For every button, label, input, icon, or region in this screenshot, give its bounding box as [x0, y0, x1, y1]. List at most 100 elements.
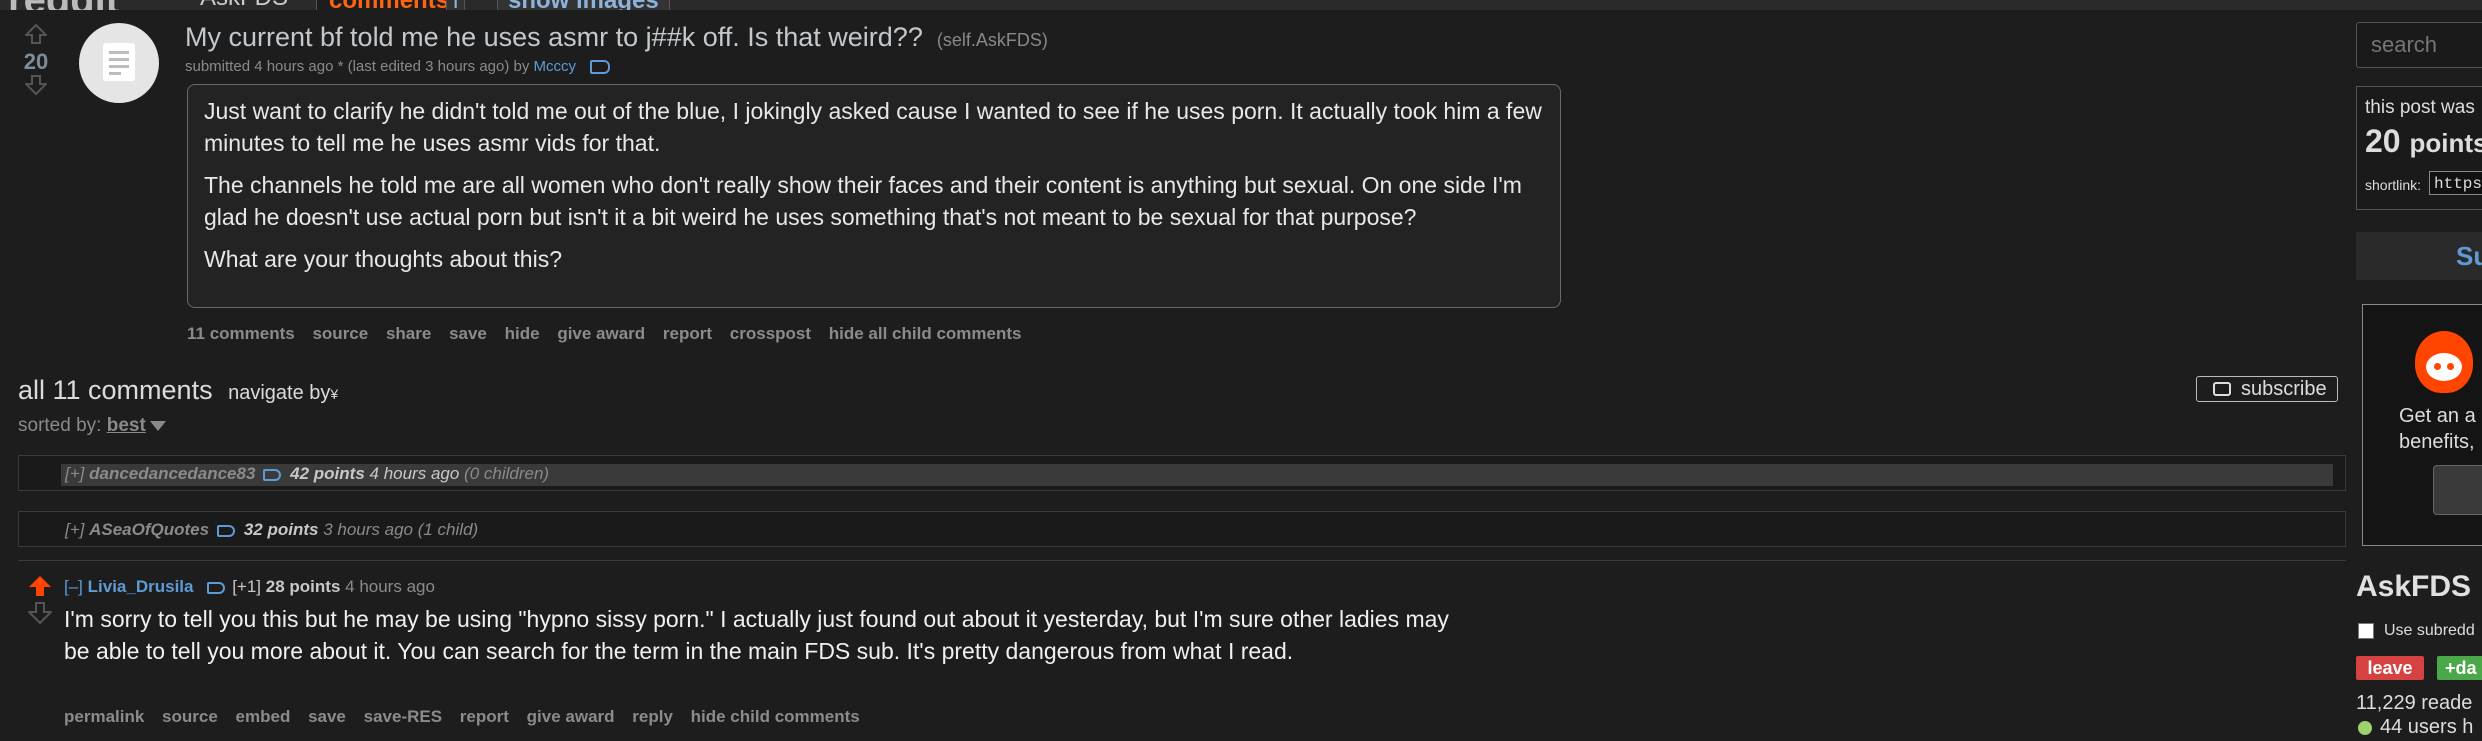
comment-tagline: [+] dancedancedance83 42 points 4 hours …	[65, 464, 549, 484]
checkbox[interactable]	[2358, 622, 2374, 639]
expand-toggle[interactable]: [+]	[65, 520, 84, 539]
report-button[interactable]: report	[460, 707, 509, 726]
submit-button[interactable]: Su	[2356, 232, 2482, 280]
comment-time: 4 hours ago	[369, 464, 460, 483]
expand-toggle[interactable]: [+]	[65, 464, 84, 483]
save-button[interactable]: save	[308, 707, 346, 726]
embed-button[interactable]: embed	[236, 707, 291, 726]
speaker-icon	[2213, 382, 2231, 396]
user-tag-icon[interactable]	[590, 60, 611, 75]
user-tag-icon[interactable]	[217, 524, 236, 537]
snoo-icon	[2415, 331, 2473, 393]
tab-comments[interactable]: comments	[316, 0, 463, 10]
collapsed-comment: [+] ASeaOfQuotes 32 points 3 hours ago (…	[18, 511, 2346, 547]
subscribe-button[interactable]: subscribe	[2196, 376, 2338, 402]
save-res-button[interactable]: save-RES	[364, 707, 442, 726]
give-award-button[interactable]: give award	[557, 324, 645, 343]
hide-child-comments-button[interactable]: hide child comments	[691, 707, 860, 726]
comments-count-title: all 11 comments	[18, 375, 213, 405]
post-author[interactable]: Mcccy	[534, 58, 577, 75]
comment-points: 32 points	[243, 520, 319, 539]
hide-all-child-comments-button[interactable]: hide all child comments	[829, 324, 1022, 343]
sorted-by-label: sorted by:	[18, 415, 102, 436]
subreddit-title[interactable]: AskFDS	[2356, 570, 2471, 604]
comment-time: 4 hours ago	[345, 577, 435, 596]
reddit-logo[interactable]: reddit	[8, 0, 119, 10]
post-domain[interactable]: (self.AskFDS)	[937, 30, 1048, 50]
post-score: 20	[23, 49, 49, 74]
online-dot-icon	[2358, 720, 2372, 735]
post-buttons: 11 comments source share save hide give …	[187, 324, 1034, 344]
leave-button[interactable]: leave	[2356, 656, 2424, 680]
premium-promo: Get an a benefits,	[2362, 304, 2482, 546]
comment-points: 42 points	[290, 464, 365, 483]
user-flair: [+1]	[232, 577, 262, 596]
collapsed-comment: [+] dancedancedance83 42 points 4 hours …	[18, 455, 2346, 491]
readers-count: 11,229 reade	[2356, 692, 2473, 714]
comment-children: (0 children)	[464, 464, 550, 483]
upvote-arrow-icon[interactable]	[28, 575, 52, 597]
shortlink-label: shortlink:	[2365, 177, 2422, 193]
premium-line: Get an a	[2399, 405, 2476, 427]
comment-children: (1 child)	[417, 520, 479, 539]
post-points-number: 20	[2365, 123, 2401, 159]
navigate-by[interactable]: navigate by¥	[228, 382, 338, 404]
navigate-chevron-icon: ¥	[330, 386, 339, 402]
premium-button[interactable]	[2433, 465, 2482, 515]
hide-button[interactable]: hide	[505, 324, 540, 343]
give-award-button[interactable]: give award	[527, 707, 615, 726]
comment-buttons: permalink source embed save save-RES rep…	[64, 707, 873, 727]
site-header: reddit AskFDS comments i show images	[0, 0, 2482, 10]
use-style-label: Use subredd	[2384, 622, 2475, 639]
sort-dropdown[interactable]: best	[107, 415, 146, 436]
dashboard-button[interactable]: +da	[2437, 656, 2482, 680]
post-title[interactable]: My current bf told me he uses asmr to j#…	[185, 22, 923, 52]
post-selftext: Just want to clarify he didn't told me o…	[187, 84, 1561, 308]
tab-show-images[interactable]: show images	[497, 0, 670, 10]
comment-time: 3 hours ago	[323, 520, 413, 539]
user-tag-icon[interactable]	[207, 581, 226, 594]
navigate-by-label: navigate by	[228, 382, 331, 404]
source-button[interactable]: source	[162, 707, 218, 726]
self-post-thumbnail-icon[interactable]	[79, 23, 159, 103]
comment-points: 28 points	[265, 577, 341, 596]
crosspost-button[interactable]: crosspost	[730, 324, 811, 343]
subreddit-name[interactable]: AskFDS	[200, 0, 288, 10]
dropdown-caret-icon[interactable]	[149, 420, 166, 431]
tab-info[interactable]: i	[446, 0, 466, 10]
selftext-paragraph: The channels he told me are all women wh…	[204, 172, 1522, 230]
post-info-label: this post was	[2365, 97, 2475, 118]
post-title-row: My current bf told me he uses asmr to j#…	[185, 22, 1048, 53]
reply-button[interactable]: reply	[632, 707, 673, 726]
post-vote: 20	[18, 23, 54, 100]
use-subreddit-style[interactable]: Use subredd	[2358, 622, 2475, 640]
downvote-arrow-icon[interactable]	[26, 602, 54, 625]
save-button[interactable]: save	[449, 324, 487, 343]
report-button[interactable]: report	[663, 324, 712, 343]
comment: [–] Livia_Drusila [+1] 28 points 4 hours…	[18, 560, 2346, 741]
comment-author[interactable]: ASeaOfQuotes	[89, 520, 209, 539]
comment-author[interactable]: Livia_Drusila	[88, 577, 194, 596]
selftext-paragraph: What are your thoughts about this?	[204, 246, 562, 272]
search-input[interactable]	[2356, 22, 2482, 68]
permalink-button[interactable]: permalink	[64, 707, 144, 726]
share-button[interactable]: share	[386, 324, 431, 343]
comments-heading: all 11 comments navigate by¥	[18, 375, 338, 406]
comment-vote	[26, 575, 54, 629]
source-button[interactable]: source	[312, 324, 368, 343]
user-tag-icon[interactable]	[263, 468, 282, 481]
comment-tagline: [–] Livia_Drusila [+1] 28 points 4 hours…	[64, 577, 435, 597]
premium-text: Get an a benefits,	[2399, 403, 2476, 455]
upvote-arrow-icon[interactable]	[23, 23, 49, 44]
selftext-paragraph: Just want to clarify he didn't told me o…	[204, 98, 1542, 156]
subscribe-label: subscribe	[2241, 378, 2327, 400]
link-info-box: this post was 20 points shortlink: https	[2356, 86, 2482, 210]
shortlink-field[interactable]: https	[2429, 171, 2482, 195]
post-points-label: points	[2409, 128, 2482, 158]
post-tagline-text: submitted 4 hours ago * (last edited 3 h…	[185, 58, 530, 75]
collapse-toggle[interactable]: [–]	[64, 577, 83, 596]
downvote-arrow-icon[interactable]	[23, 75, 49, 96]
comment-author[interactable]: dancedancedance83	[89, 464, 255, 483]
comment-tagline: [+] ASeaOfQuotes 32 points 3 hours ago (…	[65, 520, 478, 540]
comments-link[interactable]: 11 comments	[187, 324, 295, 343]
